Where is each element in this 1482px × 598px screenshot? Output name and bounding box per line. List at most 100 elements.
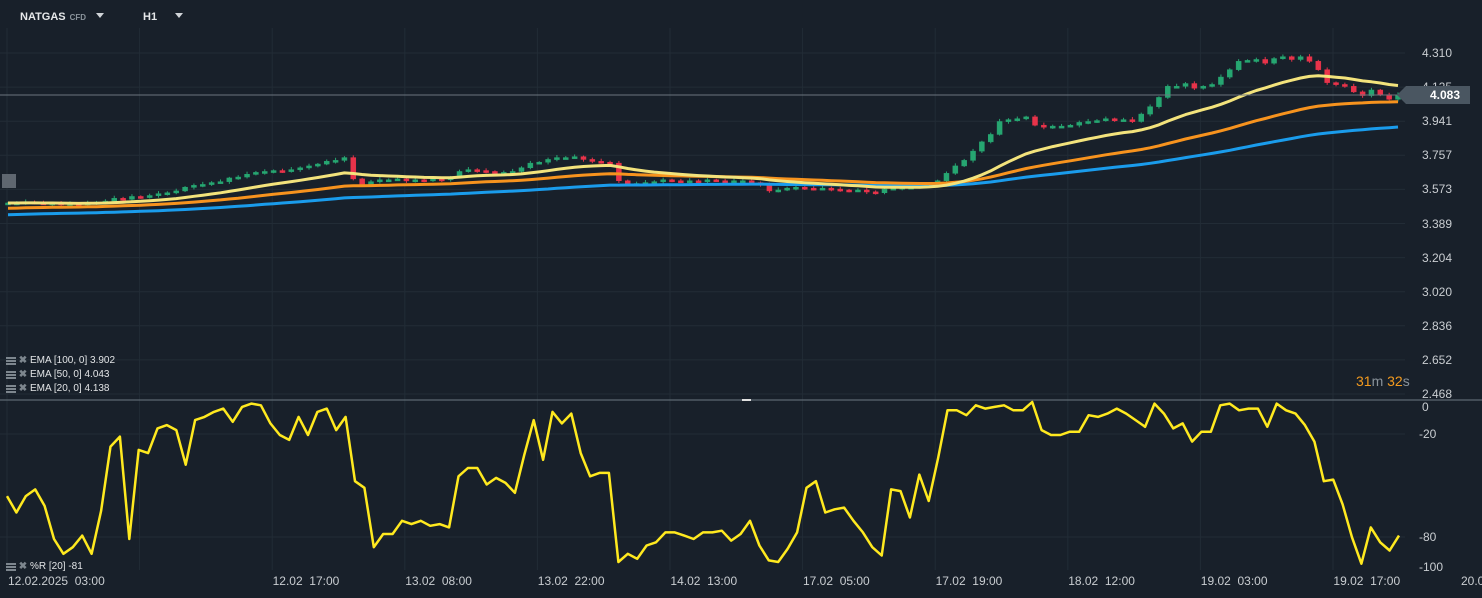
candle-bullish bbox=[554, 157, 560, 160]
candle-bearish bbox=[1350, 86, 1357, 93]
candle-bearish bbox=[1289, 56, 1295, 60]
legend-label: EMA [100, 0] 3.902 bbox=[30, 355, 116, 366]
price-tick-label: 3.204 bbox=[1422, 250, 1453, 265]
candle-bearish bbox=[837, 188, 843, 192]
chart-scroll-handle[interactable] bbox=[2, 174, 16, 188]
legend-label: EMA [20, 0] 4.138 bbox=[30, 383, 110, 394]
time-tick-label: 13.02 22:00 bbox=[537, 574, 605, 588]
close-icon[interactable]: ✖ bbox=[18, 369, 28, 380]
candle-bearish bbox=[828, 187, 835, 191]
candle-bearish bbox=[669, 179, 675, 183]
candle-bullish bbox=[1271, 58, 1277, 64]
candle-bullish bbox=[1200, 86, 1206, 89]
candle-bullish bbox=[244, 174, 250, 178]
candle-bearish bbox=[421, 179, 427, 183]
candle-bullish bbox=[412, 179, 419, 183]
time-tick-label: 20.02 08:00 bbox=[1461, 574, 1482, 588]
pane-resize-handle bbox=[742, 399, 751, 401]
candle-bullish bbox=[235, 176, 241, 180]
candle-bullish bbox=[881, 188, 888, 194]
candle-bearish bbox=[810, 187, 817, 191]
candle-bullish bbox=[332, 160, 339, 163]
timer-seconds-unit: s bbox=[1402, 373, 1410, 389]
candle-bullish bbox=[686, 180, 693, 183]
candle-bullish bbox=[270, 170, 277, 173]
candle-bearish bbox=[748, 180, 755, 183]
price-tick-label: 2.652 bbox=[1422, 352, 1453, 367]
candle-bullish bbox=[1209, 84, 1215, 87]
candle-bullish bbox=[430, 178, 436, 182]
candle-bearish bbox=[1041, 124, 1047, 128]
candle-bullish bbox=[226, 177, 233, 182]
price-tick-label: 3.020 bbox=[1422, 284, 1453, 299]
candle-bearish bbox=[802, 186, 808, 190]
legend-ema50: ✖ EMA [50, 0] 4.043 bbox=[6, 369, 110, 380]
candle-bearish bbox=[589, 159, 596, 162]
settings-icon[interactable] bbox=[6, 356, 16, 365]
close-icon[interactable]: ✖ bbox=[18, 561, 28, 572]
candle-bearish bbox=[1191, 83, 1198, 89]
symbol-type: CFD bbox=[69, 13, 87, 22]
candle-bullish bbox=[793, 186, 799, 190]
price-tick-label: 2.468 bbox=[1422, 387, 1453, 401]
candle-bullish bbox=[465, 169, 472, 172]
candle-bearish bbox=[120, 198, 126, 201]
candle-bearish bbox=[483, 170, 489, 173]
candle-bullish bbox=[740, 180, 746, 183]
candle-bearish bbox=[403, 178, 410, 182]
candle-bearish bbox=[492, 171, 498, 174]
candle-bullish bbox=[1103, 118, 1109, 121]
candle-bearish bbox=[580, 156, 587, 160]
candle-bullish bbox=[129, 196, 135, 200]
candle-bullish bbox=[987, 134, 994, 143]
legend-label: %R [20] -81 bbox=[30, 561, 83, 572]
legend-ema20: ✖ EMA [20, 0] 4.138 bbox=[6, 383, 110, 394]
candle-bullish bbox=[979, 141, 985, 152]
candle-bullish bbox=[288, 169, 295, 172]
candle-bullish bbox=[315, 163, 321, 167]
candle-bullish bbox=[527, 162, 534, 169]
symbol-selector[interactable]: NATGAS CFD bbox=[20, 11, 105, 23]
candle-bullish bbox=[731, 180, 737, 183]
close-icon[interactable]: ✖ bbox=[18, 383, 28, 394]
candle-bearish bbox=[350, 157, 357, 180]
candle-bullish bbox=[970, 150, 976, 161]
candle-bearish bbox=[846, 189, 852, 193]
candle-bullish bbox=[1182, 83, 1189, 87]
candle-bullish bbox=[173, 190, 179, 194]
candle-bearish bbox=[695, 180, 702, 183]
candle-bearish bbox=[1315, 61, 1322, 70]
time-tick-label: 12.02 17:00 bbox=[272, 574, 340, 588]
candle-bearish bbox=[1333, 82, 1339, 85]
candle-bullish bbox=[394, 178, 401, 182]
legend-williams-r: ✖ %R [20] -81 bbox=[6, 561, 83, 572]
candle-bullish bbox=[146, 195, 153, 198]
indicator-tick-label: -20 bbox=[1419, 427, 1437, 441]
candle-bearish bbox=[598, 161, 604, 164]
candle-bullish bbox=[385, 179, 392, 183]
candle-bullish bbox=[1297, 56, 1304, 60]
settings-icon[interactable] bbox=[6, 384, 16, 393]
candle-bullish bbox=[208, 182, 215, 185]
candle-bullish bbox=[297, 167, 303, 171]
williams-r-line bbox=[5, 400, 1401, 565]
candle-bullish bbox=[164, 192, 171, 196]
settings-icon[interactable] bbox=[6, 370, 16, 379]
candle-bearish bbox=[1129, 119, 1136, 122]
candle-bullish bbox=[775, 189, 782, 193]
candle-bearish bbox=[864, 189, 870, 193]
chevron-down-icon bbox=[96, 13, 105, 18]
price-tick-label: 3.757 bbox=[1422, 148, 1453, 163]
close-icon[interactable]: ✖ bbox=[18, 355, 28, 366]
timeframe-selector[interactable]: H1 bbox=[143, 11, 184, 23]
price-chart[interactable] bbox=[0, 0, 1482, 598]
candle-bearish bbox=[279, 170, 286, 173]
candle-bullish bbox=[377, 179, 383, 183]
candle-bullish bbox=[819, 187, 826, 191]
candle-bearish bbox=[1111, 118, 1118, 121]
candle-bearish bbox=[474, 169, 480, 172]
candle-bullish bbox=[961, 160, 967, 167]
settings-icon[interactable] bbox=[6, 562, 16, 571]
time-tick-label: 12.02.2025 03:00 bbox=[8, 574, 105, 588]
candle-bullish bbox=[1014, 118, 1021, 121]
